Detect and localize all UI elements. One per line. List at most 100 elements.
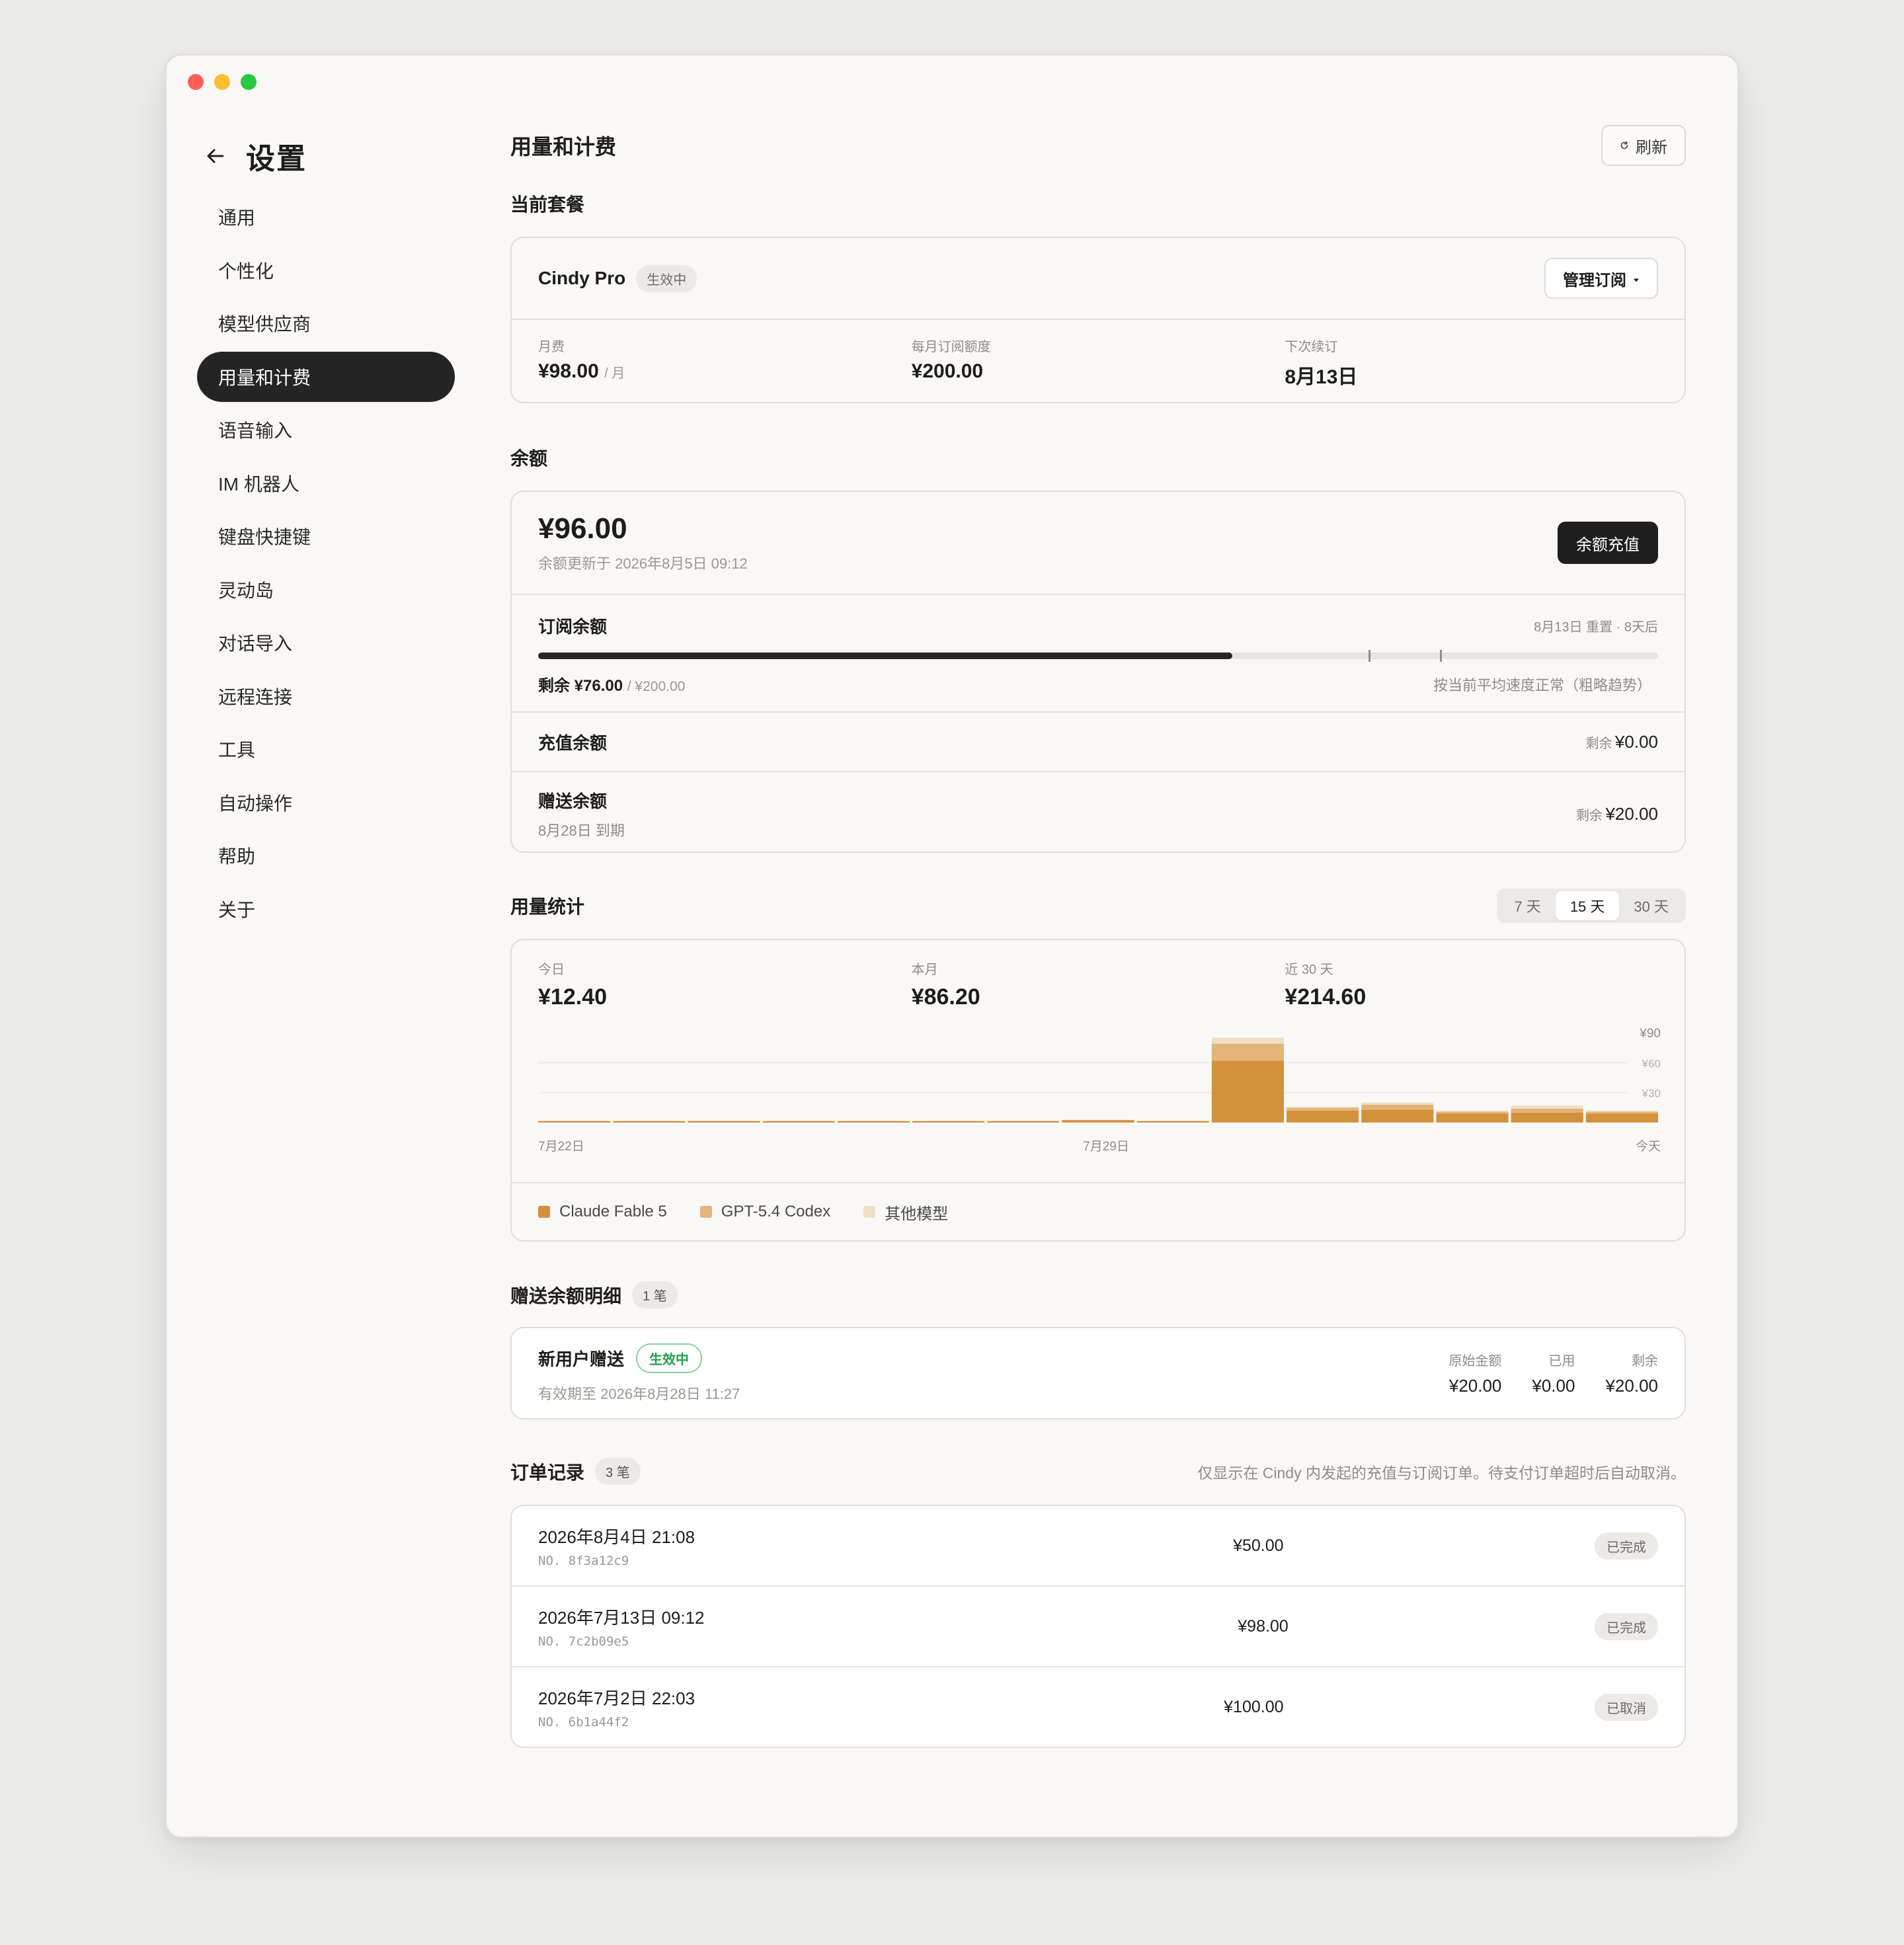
sidebar-item-voice-input[interactable]: 语音输入 bbox=[197, 405, 455, 455]
gift-details-card: 新用户赠送 生效中 有效期至 2026年8月28日 11:27 原始金额 ¥20… bbox=[510, 1327, 1686, 1419]
refresh-icon bbox=[1620, 136, 1629, 155]
x-tick-label: 7月22日 bbox=[538, 1140, 584, 1154]
chart-bar-segment bbox=[1211, 1043, 1284, 1061]
order-date: 2026年8月4日 21:08 bbox=[538, 1527, 695, 1547]
gift-item-amounts: 原始金额 ¥20.00 已用 ¥0.00 剩余 ¥20.00 bbox=[1448, 1350, 1658, 1396]
sidebar-item-tools[interactable]: 工具 bbox=[197, 724, 455, 774]
legend-item-other: 其他模型 bbox=[863, 1201, 948, 1224]
gift-original-value: ¥20.00 bbox=[1448, 1376, 1502, 1396]
balance-header: ¥96.00 余额更新于 2026年8月5日 09:12 余额充值 bbox=[512, 492, 1685, 594]
gift-balance-expiry: 8月28日 到期 bbox=[538, 822, 625, 839]
gift-left-value: ¥20.00 bbox=[1605, 1376, 1658, 1396]
chart-bar-segment bbox=[987, 1121, 1060, 1123]
zoom-window-button[interactable] bbox=[241, 74, 257, 90]
sidebar-item-help[interactable]: 帮助 bbox=[197, 830, 455, 881]
usage-chart: ¥90 ¥60 ¥30 7月22日 7月29日 今天 bbox=[538, 1017, 1661, 1182]
plan-name-row: Cindy Pro 生效中 bbox=[538, 264, 697, 292]
chart-bar-segment bbox=[1287, 1110, 1359, 1123]
manage-subscription-button[interactable]: 管理订阅 bbox=[1544, 258, 1658, 299]
order-amount: ¥98.00 bbox=[1238, 1616, 1289, 1636]
legend-item-claude: Claude Fable 5 bbox=[538, 1203, 667, 1221]
monthly-fee-unit: / 月 bbox=[604, 366, 625, 381]
order-row[interactable]: 2026年7月2日 22:03 NO. 6b1a44f2 ¥100.00 已取消 bbox=[512, 1667, 1685, 1747]
subscription-reset-note: 8月13日 重置 · 8天后 bbox=[1534, 620, 1658, 635]
sidebar-item-general[interactable]: 通用 bbox=[197, 192, 455, 242]
range-option-15d[interactable]: 15 天 bbox=[1555, 891, 1620, 920]
page-header: 用量和计费 刷新 bbox=[510, 124, 1686, 167]
minimize-window-button[interactable] bbox=[214, 74, 230, 90]
monthly-quota-value: ¥200.00 bbox=[911, 360, 984, 382]
sidebar-item-keyboard-shortcuts[interactable]: 键盘快捷键 bbox=[197, 511, 455, 561]
legend-label: 其他模型 bbox=[885, 1205, 949, 1223]
sidebar-item-about[interactable]: 关于 bbox=[197, 884, 455, 934]
monthly-fee-value: ¥98.00 bbox=[538, 360, 599, 382]
usage-section-header: 用量统计 7 天 15 天 30 天 bbox=[510, 889, 1686, 923]
chart-bar-segment bbox=[688, 1121, 760, 1123]
sidebar-item-personalization[interactable]: 个性化 bbox=[197, 245, 455, 296]
sidebar-item-im-bot[interactable]: IM 机器人 bbox=[197, 458, 455, 508]
chart-bar-segment bbox=[1511, 1108, 1583, 1113]
subscription-balance-row: 订阅余额 8月13日 重置 · 8天后 剩余 ¥76.00 / ¥200.00 … bbox=[512, 595, 1685, 711]
gift-details-count-badge: 1 笔 bbox=[632, 1281, 678, 1308]
chart-bar-segment bbox=[1436, 1110, 1509, 1112]
sidebar-item-remote-connection[interactable]: 远程连接 bbox=[197, 671, 455, 721]
sidebar-item-usage-billing[interactable]: 用量和计费 bbox=[197, 351, 455, 402]
monthly-fee-stat: 月费 ¥98.00 / 月 bbox=[538, 336, 912, 402]
gift-item-row: 新用户赠送 生效中 有效期至 2026年8月28日 11:27 原始金额 ¥20… bbox=[512, 1328, 1685, 1418]
chart-bar-segment bbox=[1062, 1120, 1134, 1123]
page-title: 用量和计费 bbox=[510, 135, 617, 159]
range-option-7d[interactable]: 7 天 bbox=[1499, 891, 1555, 920]
orders-note: 仅显示在 Cindy 内发起的充值与订阅订单。待支付订单超时后自动取消。 bbox=[1197, 1464, 1686, 1482]
sidebar: 设置 通用 个性化 模型供应商 用量和计费 语音输入 IM 机器人 键盘快捷键 … bbox=[197, 128, 455, 937]
order-amount: ¥100.00 bbox=[1224, 1697, 1284, 1716]
order-row[interactable]: 2026年7月13日 09:12 NO. 7c2b09e5 ¥98.00 已完成 bbox=[512, 1587, 1685, 1666]
caret-down-icon bbox=[1633, 269, 1640, 288]
monthly-fee-label: 月费 bbox=[538, 340, 565, 354]
topup-button[interactable]: 余额充值 bbox=[1558, 522, 1658, 564]
balance-card: ¥96.00 余额更新于 2026年8月5日 09:12 余额充值 订阅余额 8… bbox=[510, 491, 1686, 853]
sidebar-item-model-providers[interactable]: 模型供应商 bbox=[197, 298, 455, 348]
close-window-button[interactable] bbox=[188, 74, 204, 90]
usage-today-stat: 今日 ¥12.40 bbox=[538, 959, 912, 1010]
usage-chart-svg: ¥90 ¥60 ¥30 7月22日 7月29日 今天 bbox=[538, 1027, 1661, 1154]
plan-status-badge: 生效中 bbox=[636, 264, 697, 292]
usage-30d-value: ¥214.60 bbox=[1285, 984, 1367, 1010]
balance-amount: ¥96.00 bbox=[538, 512, 627, 545]
gift-used-value: ¥0.00 bbox=[1532, 1376, 1575, 1396]
plan-card: Cindy Pro 生效中 管理订阅 月费 ¥98.00 / 月 每月订阅额度 bbox=[510, 237, 1686, 403]
range-option-30d[interactable]: 30 天 bbox=[1619, 891, 1683, 920]
balance-section-title-text: 余额 bbox=[510, 448, 548, 469]
arrow-left-icon[interactable] bbox=[202, 143, 229, 169]
order-row[interactable]: 2026年8月4日 21:08 NO. 8f3a12c9 ¥50.00 已完成 bbox=[512, 1506, 1685, 1585]
chart-bar-segment bbox=[1585, 1110, 1658, 1112]
chart-bar-segment bbox=[538, 1121, 611, 1123]
usage-today-value: ¥12.40 bbox=[538, 984, 607, 1010]
usage-month-value: ¥86.20 bbox=[911, 984, 980, 1010]
subscription-progress-fill bbox=[538, 653, 1233, 659]
chart-bar-segment bbox=[1136, 1121, 1209, 1123]
order-number: NO. 7c2b09e5 bbox=[538, 1634, 629, 1649]
legend-item-gpt: GPT-5.4 Codex bbox=[699, 1203, 830, 1221]
chart-bar-segment bbox=[1287, 1107, 1359, 1111]
order-status-badge: 已取消 bbox=[1595, 1693, 1658, 1721]
settings-window: 设置 通用 个性化 模型供应商 用量和计费 语音输入 IM 机器人 键盘快捷键 … bbox=[165, 54, 1739, 1838]
sidebar-item-dynamic-island[interactable]: 灵动岛 bbox=[197, 565, 455, 615]
plan-stats: 月费 ¥98.00 / 月 每月订阅额度 ¥200.00 下次续订 8月13日 bbox=[512, 320, 1685, 402]
next-renewal-value: 8月13日 bbox=[1285, 366, 1358, 388]
progress-marker bbox=[1368, 650, 1370, 662]
gift-left-label: 剩余 bbox=[1632, 1354, 1658, 1369]
y-tick-label: ¥60 bbox=[1642, 1057, 1661, 1070]
recharge-remaining-label: 剩余 bbox=[1585, 736, 1612, 751]
usage-today-label: 今日 bbox=[538, 963, 565, 977]
sidebar-item-conversation-import[interactable]: 对话导入 bbox=[197, 617, 455, 668]
chart-bar-segment bbox=[762, 1121, 835, 1123]
refresh-button[interactable]: 刷新 bbox=[1601, 125, 1686, 166]
gift-remaining-label: 剩余 bbox=[1576, 808, 1603, 823]
orders-title: 订单记录 bbox=[510, 1462, 585, 1483]
gift-balance-title: 赠送余额 bbox=[538, 791, 608, 811]
gift-details-section-title: 赠送余额明细 1 笔 bbox=[510, 1281, 1686, 1308]
gift-item-title: 新用户赠送 bbox=[538, 1349, 625, 1369]
chart-bar-segment bbox=[1361, 1102, 1434, 1105]
gift-details-title: 赠送余额明细 bbox=[510, 1285, 622, 1306]
sidebar-item-automation[interactable]: 自动操作 bbox=[197, 777, 455, 828]
